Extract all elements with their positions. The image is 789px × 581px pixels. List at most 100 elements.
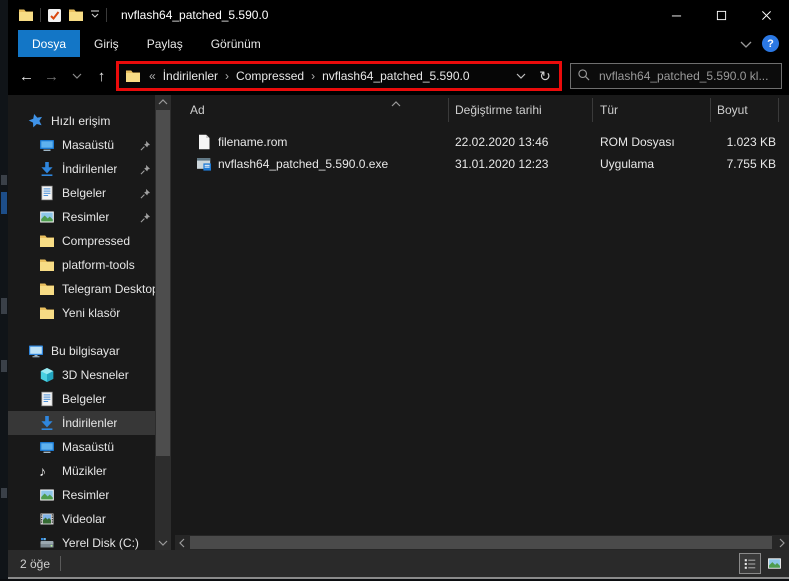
horizontal-scrollbar-thumb[interactable] [190, 536, 772, 549]
minimize-button[interactable] [654, 0, 699, 30]
search-box[interactable] [570, 63, 782, 89]
sidebar-item-yeni-klasor[interactable]: Yeni klasör [8, 301, 155, 325]
maximize-button[interactable] [699, 0, 744, 30]
breadcrumb-item-compressed[interactable]: Compressed [232, 65, 308, 87]
column-header-size[interactable]: Boyut [717, 95, 748, 125]
back-button[interactable]: ← [14, 63, 39, 89]
status-bar: 2 öğe [8, 550, 789, 577]
recent-locations-chevron-icon[interactable] [64, 63, 89, 89]
new-folder-icon[interactable] [68, 7, 84, 23]
breadcrumb-separator-icon[interactable]: › [308, 69, 318, 83]
file-list-area: Ad Değiştirme tarihi Tür Boyut filename.… [171, 95, 789, 550]
sidebar-item-videolar[interactable]: Videolar [8, 507, 155, 531]
background-window-edge [0, 0, 8, 579]
column-separator[interactable] [778, 98, 779, 122]
breadcrumb-separator-icon[interactable]: › [222, 69, 232, 83]
details-view-button[interactable] [739, 553, 761, 574]
sidebar-item-masaustu-pinned[interactable]: Masaüstü [8, 133, 155, 157]
tab-dosya[interactable]: Dosya [18, 30, 81, 57]
item-count: 2 öğe [20, 556, 51, 571]
column-header-name[interactable]: Ad [190, 95, 205, 125]
scroll-left-icon[interactable] [175, 535, 189, 550]
breadcrumb-item-indirilenler[interactable]: İndirilenler [159, 65, 222, 87]
sidebar-item-telegram-desktop[interactable]: Telegram Desktop [8, 277, 155, 301]
file-rows: filename.rom 22.02.2020 13:46 ROM Dosyas… [171, 125, 789, 535]
sidebar-item-muzikler[interactable]: ♪ Müzikler [8, 459, 155, 483]
this-pc-icon [28, 343, 44, 359]
column-separator[interactable] [592, 98, 593, 122]
sidebar-item-quick-access[interactable]: Hızlı erişim [8, 109, 155, 133]
folder-icon [39, 257, 55, 273]
explorer-folder-icon [18, 7, 34, 23]
customize-toolbar-chevron-icon[interactable] [90, 8, 100, 22]
search-input[interactable] [599, 69, 775, 83]
scroll-up-icon[interactable] [155, 95, 171, 109]
sidebar-item-yerel-disk-c[interactable]: Yerel Disk (C:) [8, 531, 155, 550]
expand-ribbon-chevron-icon[interactable] [740, 37, 752, 51]
documents-icon [39, 185, 55, 201]
folder-icon [39, 305, 55, 321]
3d-objects-icon [39, 367, 55, 383]
sidebar-item-3d-nesneler[interactable]: 3D Nesneler [8, 363, 155, 387]
sidebar-item-belgeler[interactable]: Belgeler [8, 387, 155, 411]
column-header-modified[interactable]: Değiştirme tarihi [455, 95, 542, 125]
file-name: nvflash64_patched_5.590.0.exe [218, 157, 389, 171]
column-headers: Ad Değiştirme tarihi Tür Boyut [171, 95, 789, 125]
tab-paylas[interactable]: Paylaş [133, 30, 197, 57]
forward-button[interactable]: → [39, 63, 64, 89]
address-bar[interactable]: « İndirilenler › Compressed › nvflash64_… [116, 61, 562, 91]
tab-giris[interactable]: Giriş [80, 30, 133, 57]
scroll-down-icon[interactable] [155, 536, 171, 550]
column-separator[interactable] [448, 98, 449, 122]
background-fragment [1, 360, 7, 372]
sidebar-item-masaustu[interactable]: Masaüstü [8, 435, 155, 459]
address-dropdown-chevron-icon[interactable] [509, 65, 533, 87]
folder-icon [39, 281, 55, 297]
column-separator[interactable] [710, 98, 711, 122]
pin-icon [140, 140, 151, 151]
sidebar-item-compressed[interactable]: Compressed [8, 229, 155, 253]
sidebar-scrollbar[interactable] [155, 95, 171, 550]
window-title: nvflash64_patched_5.590.0 [121, 8, 269, 22]
quick-access-star-icon [28, 113, 44, 129]
sidebar-item-resimler[interactable]: Resimler [8, 483, 155, 507]
sidebar-item-label: Bu bilgisayar [51, 344, 120, 358]
tab-gorunum[interactable]: Görünüm [197, 30, 275, 57]
file-row-filename-rom[interactable]: filename.rom 22.02.2020 13:46 ROM Dosyas… [171, 131, 789, 153]
large-icons-view-button[interactable] [763, 553, 785, 574]
sidebar-item-resimler-pinned[interactable]: Resimler [8, 205, 155, 229]
application-exe-icon [196, 156, 212, 172]
rom-file-icon [196, 134, 212, 150]
documents-icon [39, 391, 55, 407]
toolbar-separator [40, 8, 41, 22]
scroll-right-icon[interactable] [775, 535, 789, 550]
help-icon[interactable]: ? [762, 35, 779, 52]
file-row-nvflash-exe[interactable]: nvflash64_patched_5.590.0.exe 31.01.2020… [171, 153, 789, 175]
downloads-icon [39, 161, 55, 177]
sidebar-item-label: Hızlı erişim [51, 114, 111, 128]
sidebar-item-bu-bilgisayar[interactable]: Bu bilgisayar [8, 339, 155, 363]
breadcrumb-item-current-folder[interactable]: nvflash64_patched_5.590.0 [318, 65, 473, 87]
sidebar-item-label: Masaüstü [62, 440, 115, 454]
window-controls [654, 0, 789, 30]
sidebar-item-indirilenler-pinned[interactable]: İndirilenler [8, 157, 155, 181]
sidebar-item-label: İndirilenler [62, 162, 118, 176]
desktop-icon [39, 439, 55, 455]
horizontal-scrollbar[interactable] [175, 535, 789, 550]
sidebar-item-platform-tools[interactable]: platform-tools [8, 253, 155, 277]
breadcrumb-collapse-icon[interactable]: « [146, 69, 159, 83]
screen: nvflash64_patched_5.590.0 Dosya Giriş Pa… [0, 0, 789, 581]
view-switcher [739, 553, 785, 574]
downloads-icon [39, 415, 55, 431]
file-name: filename.rom [218, 135, 288, 149]
sidebar-section-gap [8, 325, 155, 339]
sidebar-item-belgeler-pinned[interactable]: Belgeler [8, 181, 155, 205]
sidebar-scrollbar-thumb[interactable] [156, 110, 170, 456]
pin-icon [140, 164, 151, 175]
close-button[interactable] [744, 0, 789, 30]
properties-check-icon[interactable] [47, 8, 62, 23]
refresh-icon[interactable]: ↻ [533, 65, 557, 87]
up-button[interactable]: ↑ [89, 63, 114, 89]
sidebar-item-indirilenler-selected[interactable]: İndirilenler [8, 411, 155, 435]
column-header-type[interactable]: Tür [600, 95, 618, 125]
